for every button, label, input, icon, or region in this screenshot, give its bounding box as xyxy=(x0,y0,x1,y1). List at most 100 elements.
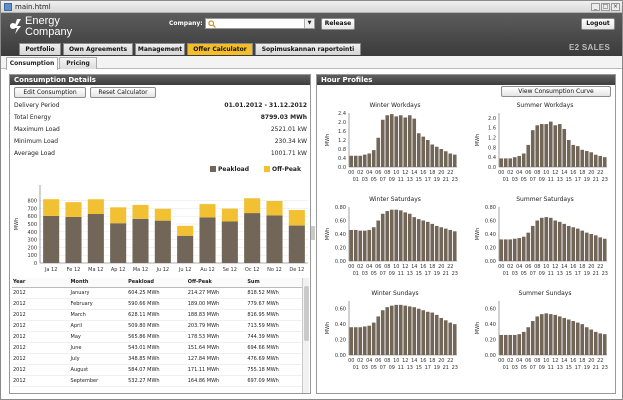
column-header[interactable]: Sum xyxy=(246,278,308,288)
x-tick-label: 19 xyxy=(584,177,590,183)
table-row[interactable]: 2012 April 509.80 MWh 203.79 MWh 713.59 MWh xyxy=(12,320,308,332)
hour-bar xyxy=(380,119,385,167)
hour-bar xyxy=(452,324,457,355)
x-tick-label: 10 xyxy=(393,170,399,176)
hour-bar xyxy=(539,124,544,167)
scroll-thumb[interactable] xyxy=(304,286,309,341)
x-tick-label: 04 xyxy=(516,264,522,270)
y-tick-label: 0.00 xyxy=(485,259,496,265)
table-row[interactable]: 2012 January 604.25 MWh 214.27 MWh 818.52 MW… xyxy=(12,287,308,299)
hour-bar xyxy=(403,305,408,355)
column-header[interactable]: Off-Peak xyxy=(186,278,247,288)
hour-bar xyxy=(584,327,589,355)
x-tick-label: 02 xyxy=(507,358,513,364)
table-row[interactable]: 2012 July 348.85 MWh 127.84 MWh 476.69 MWh xyxy=(12,353,308,365)
maximize-icon[interactable]: □ xyxy=(601,3,610,11)
x-tick-label: 17 xyxy=(575,365,581,371)
info-row: Maximum Load 2521.01 kW xyxy=(14,124,310,135)
table-row[interactable]: 2012 September 532.27 MWh 164.86 MWh 697.09 … xyxy=(12,375,308,387)
hour-bar xyxy=(580,149,585,167)
column-header[interactable]: Year xyxy=(12,278,70,288)
company-select[interactable]: ▼ xyxy=(205,18,315,29)
column-header[interactable]: Month xyxy=(69,278,128,288)
table-row[interactable]: 2012 August 584.07 MWh 171.11 MWh 755.18 MWh xyxy=(12,364,308,376)
panel-splitter[interactable] xyxy=(311,226,315,240)
window-titlebar[interactable]: main.html _ □ × xyxy=(1,1,622,13)
edit-consumption-button[interactable]: Edit Consumption xyxy=(14,87,86,98)
tab-portfolio[interactable]: Portfolio xyxy=(19,43,61,55)
hour-bar xyxy=(539,314,544,355)
x-tick-label: 23 xyxy=(602,177,608,183)
table-row[interactable]: 2012 February 590.66 MWh 189.00 MWh 779.67 M… xyxy=(12,298,308,310)
hour-bar xyxy=(598,237,603,261)
table-scrollbar[interactable] xyxy=(302,278,309,393)
table-cell: 171.11 MWh xyxy=(186,364,247,376)
logo-line2: Company xyxy=(25,26,73,38)
x-tick-label: Ma 12 xyxy=(88,267,103,273)
tab-own-agreements[interactable]: Own Agreements xyxy=(63,43,133,55)
x-tick-label: 12 xyxy=(552,358,558,364)
subtab-pricing[interactable]: Pricing xyxy=(59,57,97,69)
hour-bar xyxy=(430,223,435,261)
x-tick-label: 03 xyxy=(362,271,368,277)
x-tick-label: 09 xyxy=(539,271,545,277)
table-row[interactable]: 2012 May 565.86 MWh 178.53 MWh 744.39 MWh xyxy=(12,331,308,343)
column-header[interactable]: Peakload xyxy=(127,278,187,288)
y-tick-label: 0.40 xyxy=(485,322,496,328)
hour-bar xyxy=(530,225,535,261)
reset-calculator-button[interactable]: Reset Calculator xyxy=(90,87,156,98)
x-tick-label: 17 xyxy=(425,177,431,183)
hour-bar xyxy=(553,220,558,261)
x-tick-label: Se 12 xyxy=(223,267,237,273)
tab-offer-calculator[interactable]: Offer Calculator xyxy=(187,43,253,55)
hour-bar xyxy=(589,152,594,167)
hour-profile-chart: Summer Sundays0.000.200.400.60MWh0001020… xyxy=(475,290,608,371)
y-tick-label: 0 xyxy=(34,261,37,267)
info-row: Average Load 1001.71 kW xyxy=(14,148,310,159)
table-cell: 816.95 MWh xyxy=(246,309,308,321)
x-tick-label: 19 xyxy=(584,365,590,371)
x-tick-label: 12 xyxy=(402,170,408,176)
company-label: Company: xyxy=(169,20,203,27)
x-tick-label: 05 xyxy=(521,271,527,277)
x-tick-label: 13 xyxy=(557,177,563,183)
table-row[interactable]: 2012 June 543.01 MWh 151.64 MWh 694.66 MWh xyxy=(12,342,308,354)
hour-bar xyxy=(358,327,363,355)
release-button[interactable]: Release xyxy=(321,18,355,30)
peakload-bar xyxy=(43,215,60,263)
minimize-icon[interactable]: _ xyxy=(591,3,600,11)
y-tick-label: 0.20 xyxy=(485,338,496,344)
hour-bar xyxy=(575,146,580,167)
peakload-bar xyxy=(132,218,149,263)
close-icon[interactable]: × xyxy=(611,3,620,11)
x-tick-label: 22 xyxy=(597,358,603,364)
hour-bar xyxy=(452,154,457,167)
x-tick-label: 22 xyxy=(447,170,453,176)
x-tick-label: 03 xyxy=(512,365,518,371)
x-tick-label: 21 xyxy=(593,177,599,183)
tab-management[interactable]: Management xyxy=(135,43,185,55)
tab-sopimuskannan-raportointi[interactable]: Sopimuskannan raportointi xyxy=(255,43,361,55)
chevron-down-icon[interactable]: ▼ xyxy=(304,19,314,28)
hour-bar xyxy=(367,229,372,261)
hour-bar xyxy=(394,116,399,167)
page-icon xyxy=(4,3,12,11)
hour-bar xyxy=(389,305,394,355)
subtab-consumption[interactable]: Consumption xyxy=(6,57,58,70)
hour-bar xyxy=(584,151,589,167)
table-cell: 188.83 MWh xyxy=(186,309,247,321)
x-tick-label: 20 xyxy=(588,170,594,176)
table-row[interactable]: 2012 March 628.11 MWh 188.83 MWh 816.95 MWh xyxy=(12,309,308,321)
logout-button[interactable]: Logout xyxy=(581,18,615,30)
x-tick-label: 16 xyxy=(420,358,426,364)
x-tick-label: 08 xyxy=(384,264,390,270)
view-consumption-curve-button[interactable]: View Consumption Curve xyxy=(501,86,611,97)
hour-bar xyxy=(434,225,439,261)
y-tick-label: 100 xyxy=(27,253,37,259)
x-tick-label: 07 xyxy=(380,365,386,371)
x-tick-label: 07 xyxy=(380,177,386,183)
legend-offpeak: Off-Peak xyxy=(264,166,301,173)
hour-bar xyxy=(499,158,504,167)
x-tick-label: 12 xyxy=(552,264,558,270)
x-tick-label: 10 xyxy=(543,170,549,176)
